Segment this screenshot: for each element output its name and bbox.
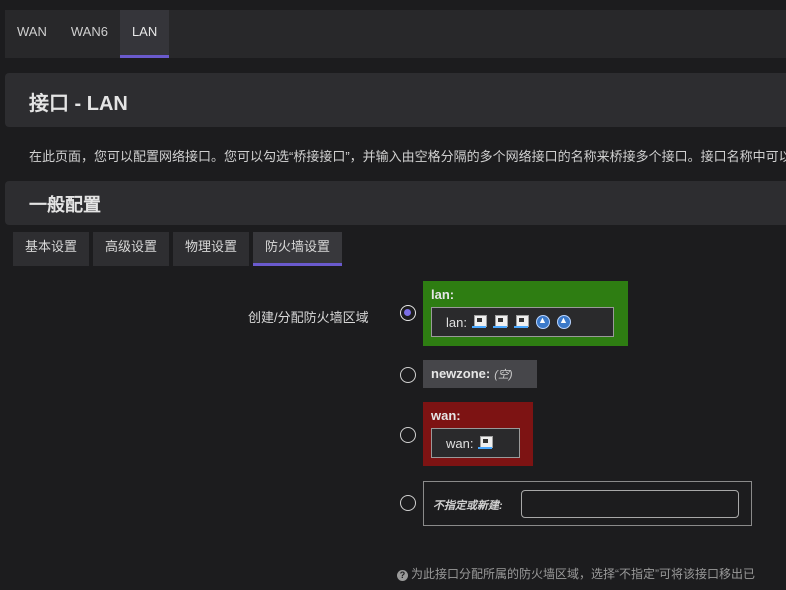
tab-basic-settings[interactable]: 基本设置 bbox=[13, 232, 90, 266]
zone-newzone-option[interactable]: newzone: (空) bbox=[423, 360, 537, 388]
zone-wan-interfaces: wan: bbox=[431, 428, 520, 458]
help-text: ? 为此接口分配所属的防火墙区域，选择“不指定”可将该接口移出已 bbox=[397, 565, 755, 582]
ethernet-port-icon bbox=[471, 314, 488, 330]
zone-wan-radio[interactable] bbox=[400, 427, 416, 443]
zone-newzone-empty: (空) bbox=[494, 369, 513, 381]
ethernet-port-icon bbox=[492, 314, 509, 330]
sub-tab-bar: 基本设置 高级设置 物理设置 防火墙设置 bbox=[13, 232, 343, 266]
ethernet-port-icon bbox=[513, 314, 530, 330]
zone-lan-option[interactable]: lan: lan: bbox=[423, 281, 628, 346]
zone-lan-radio[interactable] bbox=[400, 305, 416, 321]
section-title: 一般配置 bbox=[29, 195, 101, 215]
page-header: 接口 - LAN bbox=[5, 73, 786, 127]
zone-wan-inner-label: wan: bbox=[446, 435, 474, 451]
tab-wan6[interactable]: WAN6 bbox=[59, 10, 120, 58]
new-zone-name-input[interactable] bbox=[521, 490, 739, 518]
firewall-zone-label: 创建/分配防火墙区域 bbox=[248, 310, 369, 325]
top-tab-bar: WAN WAN6 LAN bbox=[5, 10, 786, 58]
zone-lan-inner-label: lan: bbox=[446, 314, 467, 330]
help-text-content: 为此接口分配所属的防火墙区域，选择“不指定”可将该接口移出已 bbox=[411, 567, 755, 581]
zone-lan-name: lan: bbox=[431, 287, 455, 302]
page-description: 在此页面，您可以配置网络接口。您可以勾选“桥接接口”，并输入由空格分隔的多个网络… bbox=[29, 149, 786, 164]
tab-advanced-settings[interactable]: 高级设置 bbox=[93, 232, 170, 266]
zone-unspecified-label: 不指定或新建: bbox=[433, 500, 503, 512]
page-title: 接口 - LAN bbox=[29, 93, 128, 115]
wifi-icon bbox=[535, 314, 551, 330]
help-icon: ? bbox=[397, 570, 408, 581]
section-header: 一般配置 bbox=[5, 181, 786, 225]
zone-lan-interfaces: lan: bbox=[431, 307, 614, 337]
zone-wan-option[interactable]: wan: wan: bbox=[423, 402, 533, 466]
tab-physical-settings[interactable]: 物理设置 bbox=[173, 232, 250, 266]
zone-unspecified-option: 不指定或新建: bbox=[423, 481, 752, 526]
tab-firewall-settings[interactable]: 防火墙设置 bbox=[253, 232, 343, 266]
zone-newzone-radio[interactable] bbox=[400, 367, 416, 383]
zone-newzone-name: newzone: bbox=[431, 366, 491, 381]
zone-wan-name: wan: bbox=[431, 408, 461, 423]
tab-wan[interactable]: WAN bbox=[5, 10, 59, 58]
zone-unspecified-radio[interactable] bbox=[400, 495, 416, 511]
wifi-icon bbox=[556, 314, 572, 330]
tab-lan[interactable]: LAN bbox=[119, 10, 170, 58]
ethernet-port-icon bbox=[478, 435, 494, 451]
